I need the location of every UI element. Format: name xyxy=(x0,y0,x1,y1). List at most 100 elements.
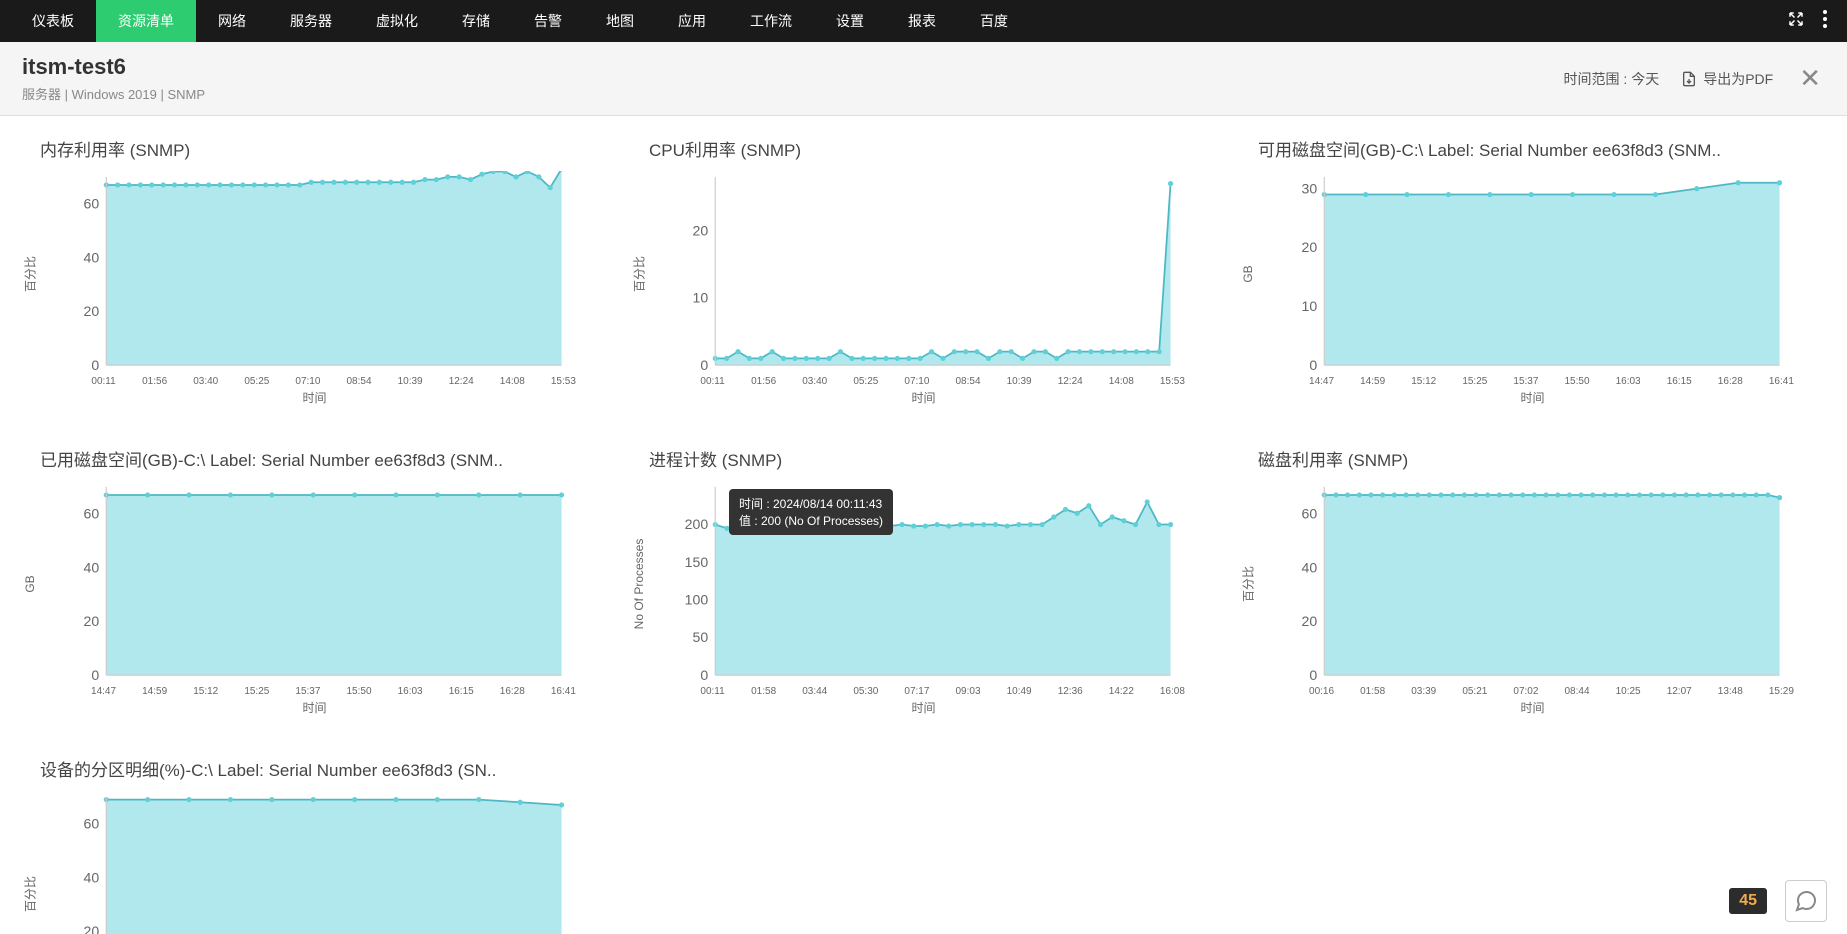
y-axis-title: No Of Processes xyxy=(632,538,646,629)
nav-items: 仪表板资源清单网络服务器虚拟化存储告警地图应用工作流设置报表百度 xyxy=(10,0,1030,42)
svg-text:20: 20 xyxy=(84,613,100,629)
chart-title: 进程计数 (SNMP) xyxy=(649,446,1198,471)
page-subtitle: 服务器 | Windows 2019 | SNMP xyxy=(22,84,205,103)
time-range-label[interactable]: 时间范围 : 今天 xyxy=(1564,69,1660,89)
nav-item-0[interactable]: 仪表板 xyxy=(10,0,96,42)
page-title: itsm-test6 xyxy=(22,54,205,80)
chart-title: 内存利用率 (SNMP) xyxy=(40,136,589,161)
x-ticks: 14:4714:5915:1215:2515:3715:5016:0316:15… xyxy=(1258,376,1807,387)
chart-svg[interactable]: 0102030 xyxy=(1258,171,1807,371)
chart-title: 设备的分区明细(%)-C:\ Label: Serial Number ee63… xyxy=(40,756,589,781)
svg-text:60: 60 xyxy=(84,505,100,521)
header-bar: itsm-test6 服务器 | Windows 2019 | SNMP 时间范… xyxy=(0,42,1847,116)
svg-text:60: 60 xyxy=(1302,505,1318,521)
nav-item-4[interactable]: 虚拟化 xyxy=(354,0,440,42)
x-axis-title: 时间 xyxy=(649,389,1198,406)
x-axis-title: 时间 xyxy=(649,699,1198,716)
svg-text:10: 10 xyxy=(1302,298,1318,314)
chart-body[interactable]: GB 0204060 xyxy=(40,481,589,686)
y-axis-title: 百分比 xyxy=(1240,565,1257,601)
x-ticks: 00:1101:5603:4005:2507:1008:5410:3912:24… xyxy=(40,376,589,387)
chart-svg[interactable]: 0 20 40 60 xyxy=(40,481,589,681)
nav-item-2[interactable]: 网络 xyxy=(196,0,268,42)
chart-body[interactable]: 百分比 0204060 xyxy=(40,171,589,376)
svg-text:40: 40 xyxy=(84,249,100,265)
svg-text:20: 20 xyxy=(1302,239,1318,255)
x-axis-title: 时间 xyxy=(40,389,589,406)
svg-text:0: 0 xyxy=(1309,357,1317,371)
svg-text:40: 40 xyxy=(84,559,100,575)
top-nav: 仪表板资源清单网络服务器虚拟化存储告警地图应用工作流设置报表百度 xyxy=(0,0,1847,42)
chart-title: 可用磁盘空间(GB)-C:\ Label: Serial Number ee63… xyxy=(1258,136,1807,161)
chart-card-5: 磁盘利用率 (SNMP)百分比 0204060 00:1601:5803:390… xyxy=(1258,446,1807,716)
chart-body[interactable]: 百分比 01020 xyxy=(649,171,1198,376)
nav-item-12[interactable]: 百度 xyxy=(958,0,1030,42)
y-axis-title: GB xyxy=(23,575,37,592)
chart-card-2: 可用磁盘空间(GB)-C:\ Label: Serial Number ee63… xyxy=(1258,136,1807,406)
nav-right xyxy=(1787,10,1837,33)
chart-svg[interactable]: 0204060 xyxy=(40,171,589,371)
nav-item-10[interactable]: 设置 xyxy=(814,0,886,42)
chart-body[interactable]: GB 0102030 xyxy=(1258,171,1807,376)
x-axis-title: 时间 xyxy=(1258,699,1807,716)
dashboard-grid: 内存利用率 (SNMP) 百分比 0 20 40 60 00:1101:5603:400… xyxy=(0,116,1847,934)
x-axis-title: 时间 xyxy=(1258,389,1807,406)
footer-widgets: 45 xyxy=(1729,880,1827,922)
chat-icon[interactable] xyxy=(1785,880,1827,922)
svg-text:50: 50 xyxy=(693,629,709,645)
svg-text:0: 0 xyxy=(700,357,708,371)
svg-text:0: 0 xyxy=(700,667,708,681)
svg-text:150: 150 xyxy=(685,554,709,570)
svg-text:10: 10 xyxy=(693,290,709,306)
nav-item-1[interactable]: 资源清单 xyxy=(96,0,196,42)
svg-text:0: 0 xyxy=(1309,667,1317,681)
svg-text:60: 60 xyxy=(84,195,100,211)
chart-card-0: 内存利用率 (SNMP)百分比 0204060 00:1101:5603:400… xyxy=(40,136,589,406)
nav-item-11[interactable]: 报表 xyxy=(886,0,958,42)
svg-text:20: 20 xyxy=(84,923,100,934)
y-axis-title: 百分比 xyxy=(631,255,648,291)
chart-card-6: 设备的分区明细(%)-C:\ Label: Serial Number ee63… xyxy=(40,756,589,934)
badge-count: 45 xyxy=(1739,892,1757,909)
x-ticks: 14:4714:5915:1215:2515:3715:5016:0316:15… xyxy=(40,686,589,697)
chart-body[interactable]: 百分比 0204060 xyxy=(40,791,589,934)
x-axis-title: 时间 xyxy=(40,699,589,716)
collapse-icon[interactable] xyxy=(1787,10,1805,33)
alert-count-badge[interactable]: 45 xyxy=(1729,888,1767,914)
chart-title: 磁盘利用率 (SNMP) xyxy=(1258,446,1807,471)
close-icon[interactable]: ✕ xyxy=(1795,63,1825,94)
x-ticks: 00:1101:5803:4405:3007:1709:0310:4912:36… xyxy=(649,686,1198,697)
x-ticks: 00:1101:5603:4005:2507:1008:5410:3912:24… xyxy=(649,376,1198,387)
chart-svg[interactable]: 0 50 100 150 200 xyxy=(649,481,1198,681)
svg-text:40: 40 xyxy=(1302,559,1318,575)
nav-item-6[interactable]: 告警 xyxy=(512,0,584,42)
chart-card-3: 已用磁盘空间(GB)-C:\ Label: Serial Number ee63… xyxy=(40,446,589,716)
chart-card-1: CPU利用率 (SNMP)百分比 01020 00:1101:5603:4005… xyxy=(649,136,1198,406)
nav-item-3[interactable]: 服务器 xyxy=(268,0,354,42)
chart-title: 已用磁盘空间(GB)-C:\ Label: Serial Number ee63… xyxy=(40,446,589,471)
svg-text:0: 0 xyxy=(91,667,99,681)
nav-item-9[interactable]: 工作流 xyxy=(728,0,814,42)
nav-item-8[interactable]: 应用 xyxy=(656,0,728,42)
y-axis-title: GB xyxy=(1241,265,1255,282)
y-axis-title: 百分比 xyxy=(22,255,39,291)
chart-svg[interactable]: 0 10 20 xyxy=(649,171,1198,371)
export-pdf-button[interactable]: 导出为PDF xyxy=(1681,69,1773,89)
chart-title: CPU利用率 (SNMP) xyxy=(649,136,1198,161)
svg-text:100: 100 xyxy=(685,592,709,608)
chart-svg[interactable]: 0 20 40 60 xyxy=(1258,481,1807,681)
nav-item-5[interactable]: 存储 xyxy=(440,0,512,42)
chart-body[interactable]: 百分比 0204060 xyxy=(1258,481,1807,686)
chart-card-4: 进程计数 (SNMP)No Of Processes 050100150200 … xyxy=(649,446,1198,716)
svg-text:0: 0 xyxy=(91,357,99,371)
svg-text:20: 20 xyxy=(693,222,709,238)
chart-body[interactable]: No Of Processes 050100150200 时间 : 2024/0… xyxy=(649,481,1198,686)
chart-svg[interactable]: 0204060 xyxy=(40,791,589,934)
svg-text:20: 20 xyxy=(1302,613,1318,629)
svg-text:60: 60 xyxy=(84,815,100,831)
nav-item-7[interactable]: 地图 xyxy=(584,0,656,42)
x-ticks: 00:1601:5803:3905:2107:0208:4410:2512:07… xyxy=(1258,686,1807,697)
svg-text:200: 200 xyxy=(685,516,709,532)
more-icon[interactable] xyxy=(1823,10,1827,33)
svg-text:40: 40 xyxy=(84,869,100,885)
